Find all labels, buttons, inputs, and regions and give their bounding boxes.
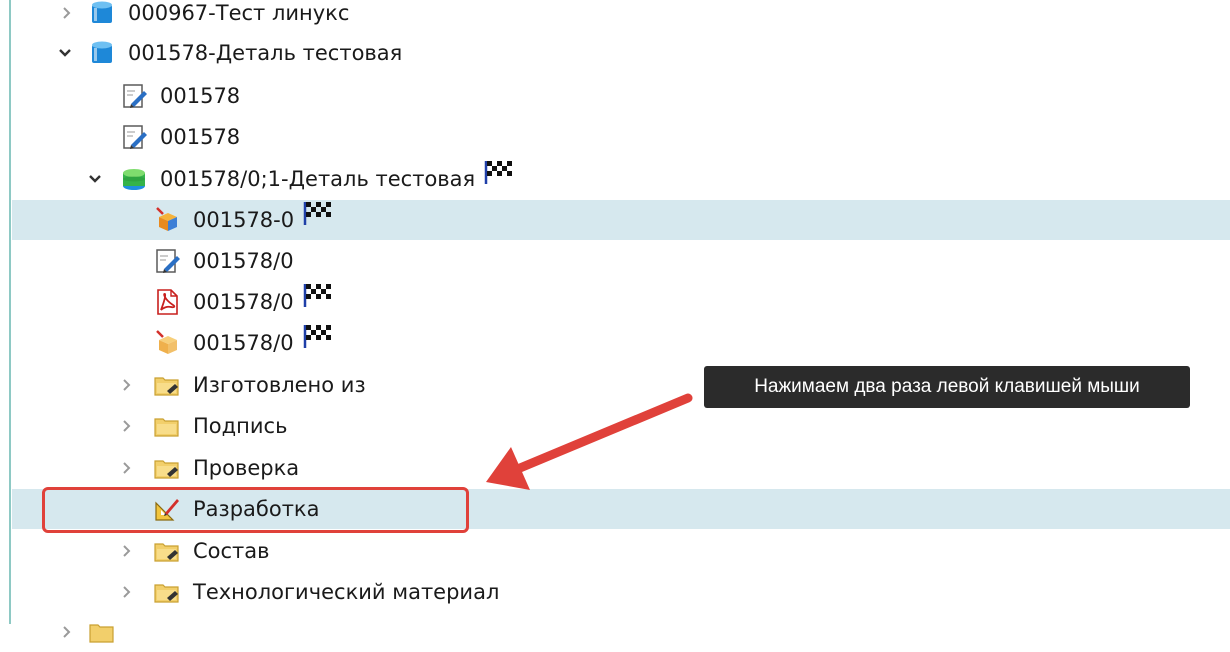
box-3d-icon	[153, 329, 181, 357]
tree-item-label: 001578-Деталь тестовая	[128, 41, 403, 65]
tree-item-label: 001578	[160, 84, 241, 108]
chevron-right-icon[interactable]	[55, 612, 79, 652]
highlight-box	[42, 487, 469, 533]
folder-icon	[153, 412, 181, 440]
tree-row-document[interactable]: 001578	[12, 117, 1230, 157]
tree-item-label: Состав	[193, 539, 270, 563]
tree-item-label: 001578	[160, 125, 241, 149]
tree-row-folder-check[interactable]: Проверка	[12, 448, 1230, 488]
tree-item-label: Подпись	[193, 414, 288, 438]
tree-item-label: 001578/0	[193, 282, 332, 322]
folder-icon	[153, 371, 181, 399]
checkered-flag-icon	[483, 158, 513, 198]
tree-item-label: 001578/0	[193, 249, 294, 273]
tree-item-label: 001578/0	[193, 323, 332, 363]
db-blue-icon	[88, 39, 116, 67]
chevron-down-icon[interactable]	[83, 159, 107, 199]
document-pencil-icon	[120, 82, 148, 110]
folder-icon	[153, 454, 181, 482]
tree-row-product-000967[interactable]: 000967-Тест линукс	[12, 0, 1230, 33]
chevron-right-icon[interactable]	[115, 406, 139, 446]
chevron-down-icon[interactable]	[53, 33, 77, 73]
chevron-right-icon[interactable]	[55, 0, 79, 33]
document-pencil-icon	[153, 247, 181, 275]
chevron-right-icon[interactable]	[115, 572, 139, 612]
checkered-flag-icon	[302, 322, 332, 362]
chevron-right-icon[interactable]	[115, 365, 139, 405]
tree-item-label: 001578-0	[193, 200, 332, 240]
tree-row-model[interactable]: 001578/0	[12, 323, 1230, 363]
tree-row-folder-tech-material[interactable]: Технологический материал	[12, 572, 1230, 612]
db-blue-icon	[88, 0, 116, 27]
tree-item-label: Технологический материал	[193, 580, 500, 604]
document-pencil-icon	[120, 123, 148, 151]
folder-icon	[88, 618, 116, 646]
tree-row-model-selected[interactable]: 001578-0	[12, 200, 1230, 240]
tree-item-label: 000967-Тест линукс	[128, 1, 350, 25]
tree-row-version[interactable]: 001578/0;1-Деталь тестовая	[12, 159, 1230, 199]
callout-tooltip: Нажимаем два раза левой клавишей мыши	[704, 366, 1190, 408]
tree-item-label: 001578/0;1-Деталь тестовая	[160, 159, 513, 199]
tree-row-document[interactable]: 001578	[12, 76, 1230, 116]
tree-item-label: Проверка	[193, 456, 300, 480]
pdf-icon	[153, 288, 181, 316]
tree-row-document[interactable]: 001578/0	[12, 241, 1230, 281]
tree-row-product-001578[interactable]: 001578-Деталь тестовая	[12, 33, 1230, 73]
checkered-flag-icon	[302, 281, 332, 321]
folder-icon	[153, 578, 181, 606]
db-green-icon	[120, 165, 148, 193]
checkered-flag-icon	[302, 199, 332, 239]
box-3d-icon	[153, 206, 181, 234]
tree-row-folder-composition[interactable]: Состав	[12, 531, 1230, 571]
tree-row-cut-off[interactable]	[12, 612, 1230, 652]
tree-item-label: Изготовлено из	[193, 373, 366, 397]
tree-row-pdf[interactable]: 001578/0	[12, 282, 1230, 322]
tree-row-folder-signature[interactable]: Подпись	[12, 406, 1230, 446]
chevron-right-icon[interactable]	[115, 531, 139, 571]
chevron-right-icon[interactable]	[115, 448, 139, 488]
folder-icon	[153, 537, 181, 565]
